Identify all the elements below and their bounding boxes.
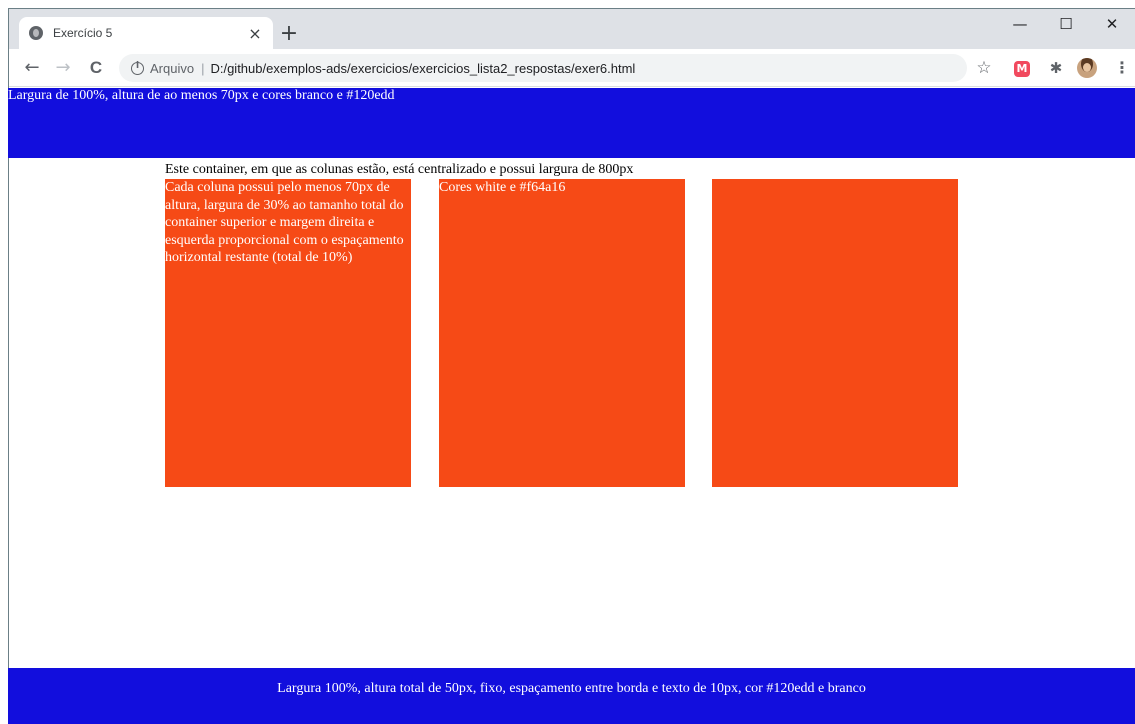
back-button[interactable]: ←	[19, 55, 45, 81]
page-footer: Largura 100%, altura total de 50px, fixo…	[8, 668, 1135, 724]
globe-icon	[29, 26, 43, 40]
browser-toolbar: ← → C Arquivo | D:/github/exemplos-ads/e…	[9, 49, 1135, 87]
extensions-puzzle-icon[interactable]: ✱	[1045, 55, 1067, 81]
forward-button[interactable]: →	[50, 55, 76, 81]
url-text[interactable]: D:/github/exemplos-ads/exercicios/exerci…	[210, 61, 635, 76]
tab-exercicio-5[interactable]: Exercício 5 ×	[19, 17, 273, 49]
menu-kebab-icon[interactable]: ⋮	[1112, 55, 1132, 81]
tab-strip: Exercício 5 × + — ☐ ✕	[9, 9, 1135, 49]
page-content: Largura de 100%, altura de ao menos 70px…	[8, 87, 1135, 724]
maximize-button[interactable]: ☐	[1043, 9, 1089, 39]
address-bar[interactable]: Arquivo | D:/github/exemplos-ads/exercic…	[119, 54, 967, 82]
bookmark-star-icon[interactable]: ☆	[971, 55, 997, 81]
close-tab-icon[interactable]: ×	[243, 24, 267, 43]
window-controls: — ☐ ✕	[997, 9, 1135, 39]
container-caption: Este container, em que as colunas estão,…	[165, 162, 634, 177]
columns-container: Este container, em que as colunas estão,…	[165, 162, 965, 487]
scheme-label: Arquivo	[150, 60, 195, 76]
close-window-button[interactable]: ✕	[1089, 9, 1135, 39]
omnibox-separator: |	[201, 60, 205, 76]
reload-button[interactable]: C	[83, 55, 109, 81]
tab-title: Exercício 5	[53, 26, 113, 40]
column-2: Cores white e #f64a16	[439, 179, 685, 487]
new-tab-button[interactable]: +	[277, 23, 301, 47]
minimize-button[interactable]: —	[997, 9, 1043, 39]
page-header: Largura de 100%, altura de ao menos 70px…	[8, 88, 1135, 158]
column-3	[712, 179, 958, 487]
info-icon[interactable]	[131, 61, 144, 75]
extension-m-icon[interactable]: M	[1014, 61, 1030, 77]
profile-avatar[interactable]	[1077, 58, 1097, 78]
column-1: Cada coluna possui pelo menos 70px de al…	[165, 179, 411, 487]
